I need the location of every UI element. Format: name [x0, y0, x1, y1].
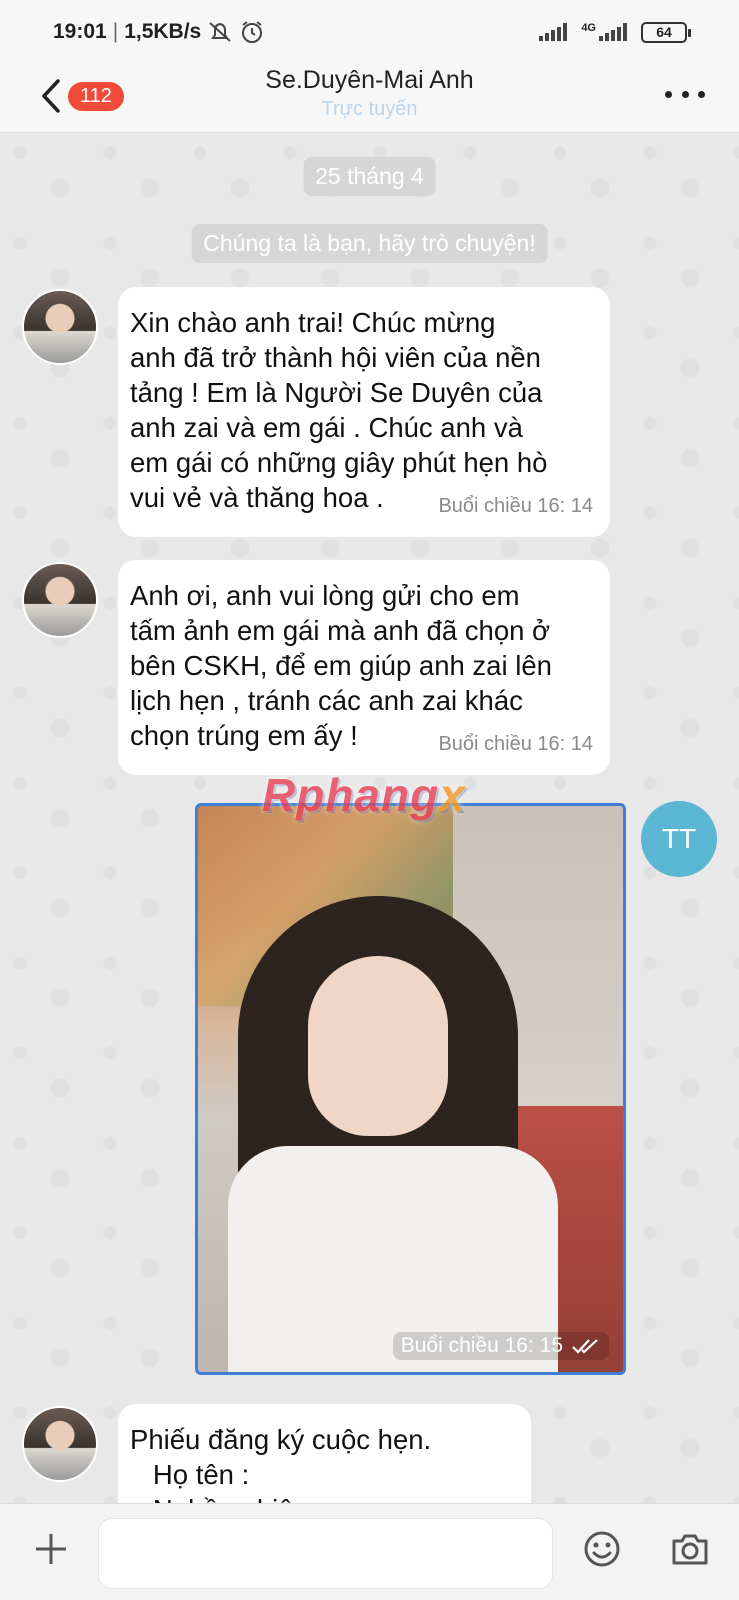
message-bubble: Phiếu đăng ký cuộc hẹn. Họ tên : Nghề ng… [118, 1404, 531, 1503]
online-status: Trực tuyến [321, 98, 418, 120]
more-dot [698, 90, 705, 98]
alarm-icon [242, 21, 263, 43]
chat-title: Se.Duyên-Mai Anh [265, 66, 474, 94]
signal-4g-icon: 4G [581, 23, 627, 41]
signal-icon [539, 23, 568, 41]
date-chip: 25 tháng 4 [303, 157, 436, 196]
photo-face [308, 956, 448, 1136]
contact-avatar[interactable] [22, 289, 98, 365]
message-bubble: Anh ơi, anh vui lòng gửi cho em tấm ảnh … [118, 560, 610, 775]
watermark-x: x [439, 769, 466, 821]
battery-level: 64 [656, 24, 672, 40]
status-bar: 19:01 | 1,5KB/s 4G 64 [0, 0, 739, 64]
message-bubble: Xin chào anh trai! Chúc mừng anh đã trở … [118, 287, 610, 537]
status-time: 19:01 [53, 20, 107, 43]
status-net-speed: 1,5KB/s [124, 20, 202, 43]
contact-avatar[interactable] [22, 562, 98, 638]
system-notice: Chúng ta là bạn, hãy trò chuyện! [191, 224, 548, 263]
mute-bell-icon [209, 22, 231, 42]
message-text: Xin chào anh trai! Chúc mừng anh đã trở … [130, 307, 548, 513]
watermark-text: Rphangx [262, 769, 466, 821]
status-right: 4G 64 [539, 21, 691, 43]
sent-photo[interactable]: Buổi chiều 16: 15 [195, 803, 626, 1375]
message-time: Buổi chiều 16: 15 [400, 1334, 563, 1357]
emoji-icon[interactable] [583, 1530, 621, 1568]
more-dots-icon [665, 90, 672, 98]
camera-icon[interactable] [671, 1532, 709, 1566]
message-text: Phiếu đăng ký cuộc hẹn. Họ tên : Nghề ng… [130, 1424, 432, 1503]
message-time: Buổi chiều 16: 14 [438, 733, 593, 755]
status-separator: | [112, 20, 119, 43]
double-check-icon [572, 1339, 598, 1354]
watermark: Rphangx [262, 768, 466, 822]
status-left: 19:01 | 1,5KB/s [53, 19, 265, 45]
my-avatar[interactable]: TT [641, 801, 717, 877]
message-time: Buổi chiều 16: 14 [438, 495, 593, 517]
contact-avatar[interactable] [22, 1406, 98, 1482]
photo-time-overlay: Buổi chiều 16: 15 [392, 1332, 609, 1360]
chat-header: 112 Se.Duyên-Mai Anh Trực tuyến [0, 64, 739, 133]
more-dot [681, 90, 689, 98]
plus-icon[interactable] [34, 1532, 68, 1566]
network-type-label: 4G [581, 22, 596, 34]
more-options-button[interactable] [665, 84, 705, 104]
message-input[interactable] [98, 1518, 553, 1589]
input-bar [0, 1503, 739, 1600]
battery-icon: 64 [641, 21, 691, 43]
